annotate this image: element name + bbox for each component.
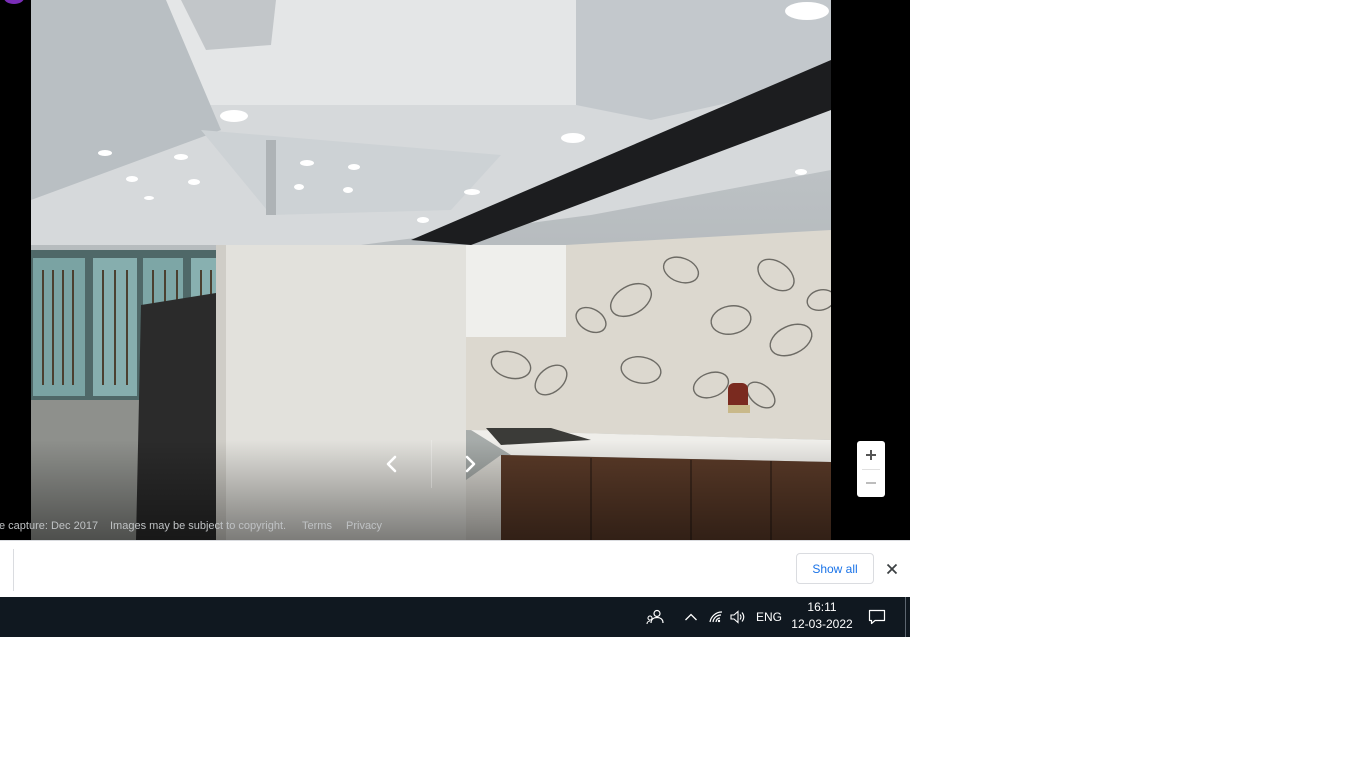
zoom-in-button[interactable] — [857, 441, 885, 469]
street-view-viewer[interactable]: e capture: Dec 2017 Images may be subjec… — [0, 0, 910, 540]
close-download-bar-button[interactable] — [881, 558, 903, 580]
show-all-button[interactable]: Show all — [796, 553, 874, 584]
image-capture-date: e capture: Dec 2017 — [0, 520, 99, 532]
download-divider — [13, 549, 14, 591]
chevron-up-icon — [685, 613, 697, 621]
people-icon — [646, 609, 664, 625]
privacy-link[interactable]: Privacy — [346, 520, 382, 532]
minus-icon — [866, 482, 876, 484]
show-hidden-icons-button[interactable] — [681, 597, 701, 637]
chevron-right-icon — [465, 455, 476, 473]
close-icon — [886, 563, 898, 575]
copyright-notice: Images may be subject to copyright. — [110, 520, 287, 532]
volume-button[interactable] — [728, 597, 748, 637]
chevron-left-icon — [386, 455, 397, 473]
next-image-button[interactable] — [441, 440, 501, 488]
clock-date: 12-03-2022 — [791, 617, 853, 631]
taskbar: ENG 16:11 12-03-2022 — [0, 597, 910, 637]
clock[interactable]: 16:11 12-03-2022 — [788, 599, 856, 635]
nav-divider — [431, 440, 432, 488]
people-button[interactable] — [644, 597, 666, 637]
clock-time: 16:11 — [807, 600, 837, 614]
notification-icon — [868, 609, 886, 625]
screen: e capture: Dec 2017 Images may be subjec… — [0, 0, 910, 637]
viewer-footer: e capture: Dec 2017 Images may be subjec… — [0, 519, 910, 535]
show-desktop-button[interactable] — [905, 597, 906, 637]
volume-icon — [730, 610, 745, 624]
terms-link[interactable]: Terms — [302, 520, 332, 532]
wifi-icon — [709, 611, 723, 623]
download-bar: Show all — [0, 540, 910, 597]
zoom-control — [857, 441, 885, 497]
network-button[interactable] — [706, 597, 726, 637]
action-center-button[interactable] — [866, 597, 888, 637]
language-indicator[interactable]: ENG — [752, 597, 786, 637]
plus-icon — [866, 450, 876, 460]
avatar[interactable] — [4, 0, 24, 4]
zoom-out-button[interactable] — [857, 469, 885, 497]
previous-image-button[interactable] — [361, 440, 421, 488]
